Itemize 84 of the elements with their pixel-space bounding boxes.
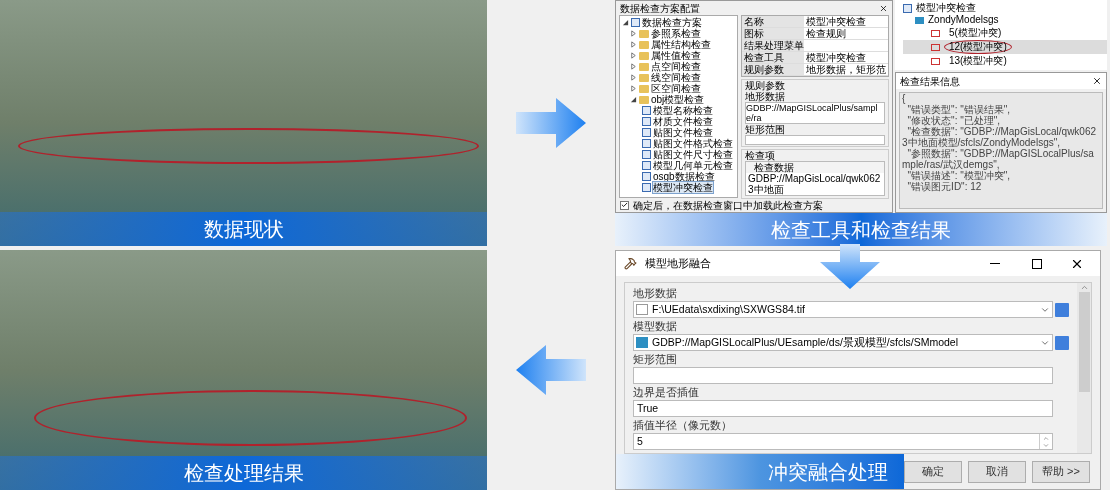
field-label: 矩形范围 <box>745 124 786 135</box>
tree-item[interactable]: 区空间检查 <box>651 83 701 94</box>
input-field[interactable]: True <box>633 400 1053 418</box>
window-title: 模型地形融合 <box>645 256 712 272</box>
window-title: 数据检查方案配置 <box>620 2 700 14</box>
dialog-button[interactable]: 确定 <box>904 460 962 483</box>
caption: 数据现状 <box>203 217 284 242</box>
result-text: { "错误类型": "错误结果", "修改状态": "已处理", "检查数据": "GDBP://MapGisLocal/qwk0623中地面模型/sfcls/ZondyModelsgs", "参照数据": "GDBP://MapGISLocalPlus/sample/ras/武汉demgs", "错误描述": "模型冲突", "错误图元ID": 12 <box>899 92 1103 209</box>
scroll-thumb[interactable] <box>1078 292 1090 393</box>
tree-item[interactable]: 模型名称检查 <box>653 105 713 116</box>
column-header: 检查数据 <box>746 162 884 173</box>
caption: 检查处理结果 <box>183 461 304 486</box>
group-title: 检查项 <box>745 150 776 161</box>
table-cell-text: GDBP://MapGisLocal/qwk0623中地面 <box>747 173 882 195</box>
file-icon <box>636 304 648 316</box>
maximize-icon[interactable] <box>1032 258 1042 269</box>
tree-item[interactable]: 属性值检查 <box>651 50 701 61</box>
collapsed-triangle-icon[interactable] <box>630 74 637 81</box>
tree-item[interactable]: 点空间检查 <box>651 61 701 72</box>
collapsed-triangle-icon[interactable] <box>630 85 637 92</box>
property-value: 模型冲突检查 <box>805 52 867 63</box>
property-value: 检查规则 <box>805 28 847 39</box>
field-label: 边界是否插值 <box>633 385 700 401</box>
collapsed-triangle-icon[interactable] <box>630 63 637 70</box>
tree-item[interactable]: ZondyModelsgs <box>928 14 999 26</box>
checkbox[interactable] <box>620 200 629 210</box>
property-name: 图标 <box>742 28 804 39</box>
caption: 检查工具和检查结果 <box>771 217 951 243</box>
tree-item[interactable]: 线空间检查 <box>651 72 701 83</box>
group-title: 规则参数 <box>745 80 786 91</box>
layer-icon <box>915 16 924 24</box>
property-name: 检查工具 <box>742 52 804 63</box>
field-label: 地形数据 <box>633 286 678 302</box>
down-arrow-icon <box>820 244 880 289</box>
input-field[interactable] <box>745 135 885 145</box>
input-field[interactable] <box>633 367 1053 385</box>
layer-icon <box>636 337 648 349</box>
expanded-triangle-icon[interactable] <box>622 19 629 26</box>
caption: 冲突融合处理 <box>768 459 888 485</box>
collapsed-triangle-icon[interactable] <box>630 30 637 37</box>
minimize-icon[interactable] <box>990 263 1000 265</box>
right-arrow-icon <box>516 98 586 148</box>
tree-item[interactable]: 13(模型冲突) <box>944 54 1012 68</box>
field-value: F:\UEdata\sxdixing\SXWGS84.tif <box>651 301 806 317</box>
save-icon[interactable] <box>1055 335 1069 350</box>
combo-field[interactable]: F:\UEdata\sxdixing\SXWGS84.tif <box>633 301 1053 319</box>
property-value: 地形数据，矩形范 <box>805 64 887 75</box>
field-label: 插值半径（像元数） <box>633 418 733 434</box>
scrollbar[interactable] <box>1077 283 1091 454</box>
tree-item[interactable]: 数据检查方案 <box>642 17 702 28</box>
field-label: 矩形范围 <box>633 352 678 368</box>
field-label: 地形数据 <box>745 91 786 102</box>
tree-item[interactable]: 属性结构检查 <box>651 39 711 50</box>
tree-item[interactable]: obj模型检查 <box>651 94 705 105</box>
property-name: 名称 <box>742 16 804 27</box>
property-value: 模型冲突检查 <box>805 16 867 27</box>
tree-item[interactable]: 贴图文件尺寸检查 <box>653 149 733 160</box>
popup-title: 检查结果信息 <box>900 74 960 89</box>
tree-item[interactable]: 材质文件检查 <box>653 116 713 127</box>
tree-item[interactable]: 参照系检查 <box>651 28 701 39</box>
checkbox-label: 确定后，在数据检查窗口中加载此检查方案 <box>633 199 823 211</box>
tree-item[interactable]: 贴图文件格式检查 <box>653 138 733 149</box>
field-value: GDBP://MapGISLocalPlus/UEsample/ds/景观模型/sfcls/SMmodel <box>651 334 959 350</box>
property-name: 结果处理菜单 <box>742 40 804 51</box>
collapsed-triangle-icon[interactable] <box>630 41 637 48</box>
combo-field[interactable]: GDBP://MapGISLocalPlus/UEsample/ds/景观模型/sfcls/SMmodel <box>633 334 1053 352</box>
save-icon[interactable] <box>1055 302 1069 317</box>
field-value: 5 <box>636 433 644 449</box>
dialog-button[interactable]: 取消 <box>968 460 1026 483</box>
collapsed-triangle-icon[interactable] <box>630 52 637 59</box>
tree-item[interactable]: 模型几何单元检查 <box>653 160 733 171</box>
dialog-button[interactable]: 帮助 >> <box>1032 460 1090 483</box>
close-icon[interactable] <box>879 3 888 13</box>
left-arrow-icon <box>516 345 586 395</box>
tree-item[interactable]: osgb数据检查 <box>653 171 715 182</box>
expanded-triangle-icon[interactable] <box>630 96 637 103</box>
tree-item[interactable]: 贴图文件检查 <box>653 127 713 138</box>
hammer-icon <box>624 257 637 271</box>
tree-item[interactable]: 5(模型冲突) <box>944 26 1007 40</box>
input-field[interactable]: GDBP://MapGISLocalPlus/sample/ra <box>745 102 885 124</box>
close-icon[interactable] <box>1092 76 1102 86</box>
tree-item[interactable]: 模型冲突检查 <box>916 2 976 14</box>
field-label: 模型数据 <box>633 319 678 335</box>
property-name: 规则参数 <box>742 64 804 75</box>
